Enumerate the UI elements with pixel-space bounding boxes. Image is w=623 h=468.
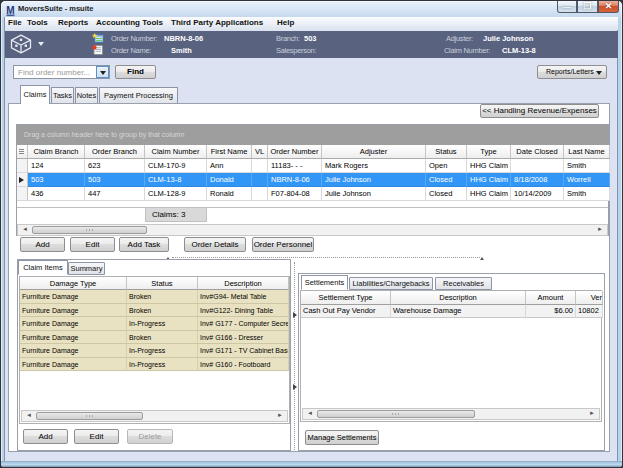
svg-text:M: M — [6, 5, 14, 16]
